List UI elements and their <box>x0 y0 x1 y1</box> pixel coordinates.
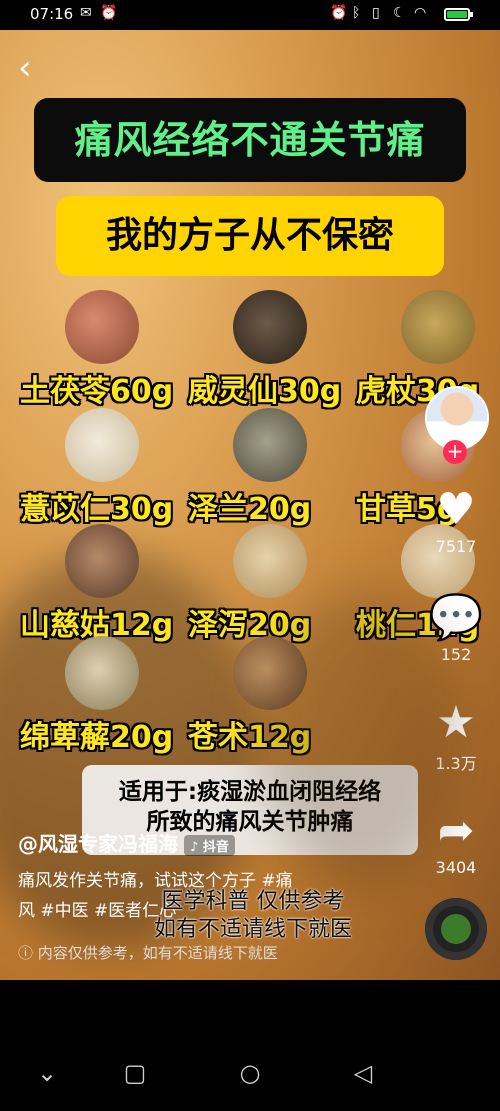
herb-label: 泽兰20g <box>188 492 312 527</box>
back-triangle-icon[interactable]: ◁ <box>348 1058 378 1088</box>
video-player[interactable]: ‹ 痛风经络不通关节痛 我的方子从不保密 土茯苓60g 威灵仙30g 虎杖30g… <box>0 30 500 980</box>
notice-text: 内容仅供参考，如有不适请线下就医 <box>37 944 278 962</box>
herb-photo <box>233 524 307 598</box>
herb-label: 土茯苓60g <box>20 374 174 409</box>
herb-label: 薏苡仁30g <box>20 492 174 527</box>
comment-count: 152 <box>440 645 472 664</box>
share-button[interactable]: ➦ 3404 <box>420 805 492 878</box>
author-handle[interactable]: @风湿专家冯福海 <box>18 832 178 856</box>
content-notice: ⓘ 内容仅供参考，如有不适请线下就医 <box>18 942 278 963</box>
disclaimer-watermark: 医学科普 仅供参考 如有不适请线下就医 <box>118 888 388 944</box>
alarm-icon: ⏰ <box>330 5 348 21</box>
info-icon: ⓘ <box>18 944 34 962</box>
bluetooth-icon: ᛒ <box>352 5 361 21</box>
herb-label: 泽泻20g <box>188 608 312 643</box>
video-title: 痛风经络不通关节痛 <box>34 98 466 182</box>
herb-photo <box>65 524 139 598</box>
message-icon: ✉ <box>80 5 92 21</box>
like-button[interactable]: ♥ 7517 <box>420 484 492 557</box>
platform-badge-label: 抖音 <box>202 840 229 855</box>
like-count: 7517 <box>435 537 477 556</box>
heart-icon: ♥ <box>436 484 476 535</box>
video-subtitle: 我的方子从不保密 <box>56 196 444 276</box>
herb-photo <box>65 636 139 710</box>
favorite-count: 1.3万 <box>435 754 477 773</box>
herb-label: 绵萆薢20g <box>20 720 174 755</box>
herb-photo <box>233 408 307 482</box>
herb-label: 威灵仙30g <box>188 374 342 409</box>
alarm-icon: ⏰ <box>100 5 118 21</box>
follow-plus-icon[interactable]: + <box>443 440 467 464</box>
moon-icon: ☾ <box>393 5 406 21</box>
music-disc-icon[interactable] <box>425 898 487 960</box>
favorite-button[interactable]: ★ 1.3万 <box>420 698 492 774</box>
status-time: 07:16 <box>30 5 74 23</box>
wifi-icon: ◠ <box>414 5 427 21</box>
watermark-line: 如有不适请线下就医 <box>153 917 352 942</box>
watermark-line: 医学科普 仅供参考 <box>161 889 345 914</box>
comment-button[interactable]: 💬 152 <box>420 592 492 665</box>
share-count: 3404 <box>435 858 477 877</box>
system-nav-bar: ⌄ ▢ ○ ◁ <box>0 1040 500 1111</box>
herb-photo <box>65 290 139 364</box>
recents-square-icon[interactable]: ▢ <box>120 1058 150 1088</box>
battery-icon <box>444 8 473 21</box>
battery-fill <box>447 11 467 18</box>
herb-photo <box>233 290 307 364</box>
back-icon[interactable]: ‹ <box>18 50 46 86</box>
status-bar: 07:16 ✉ ⏰ ⏰ ᛒ ▯ ☾ ◠ <box>0 0 500 30</box>
herb-photo <box>65 408 139 482</box>
platform-badge: ♪ 抖音 <box>184 835 235 856</box>
herb-label: 苍术12g <box>188 720 312 755</box>
herb-photo <box>401 290 475 364</box>
herb-photo <box>233 636 307 710</box>
comment-icon: 💬 <box>428 592 484 643</box>
share-icon: ➦ <box>437 805 475 856</box>
music-cover <box>441 914 471 944</box>
author-name[interactable]: @风湿专家冯福海 ♪ 抖音 <box>18 828 235 857</box>
vibrate-icon: ▯ <box>372 5 380 21</box>
star-icon: ★ <box>436 697 476 748</box>
nav-down-icon[interactable]: ⌄ <box>32 1058 62 1088</box>
caption-line: 适用于:痰湿淤血闭阻经络 <box>118 779 382 805</box>
home-circle-icon[interactable]: ○ <box>235 1058 265 1088</box>
